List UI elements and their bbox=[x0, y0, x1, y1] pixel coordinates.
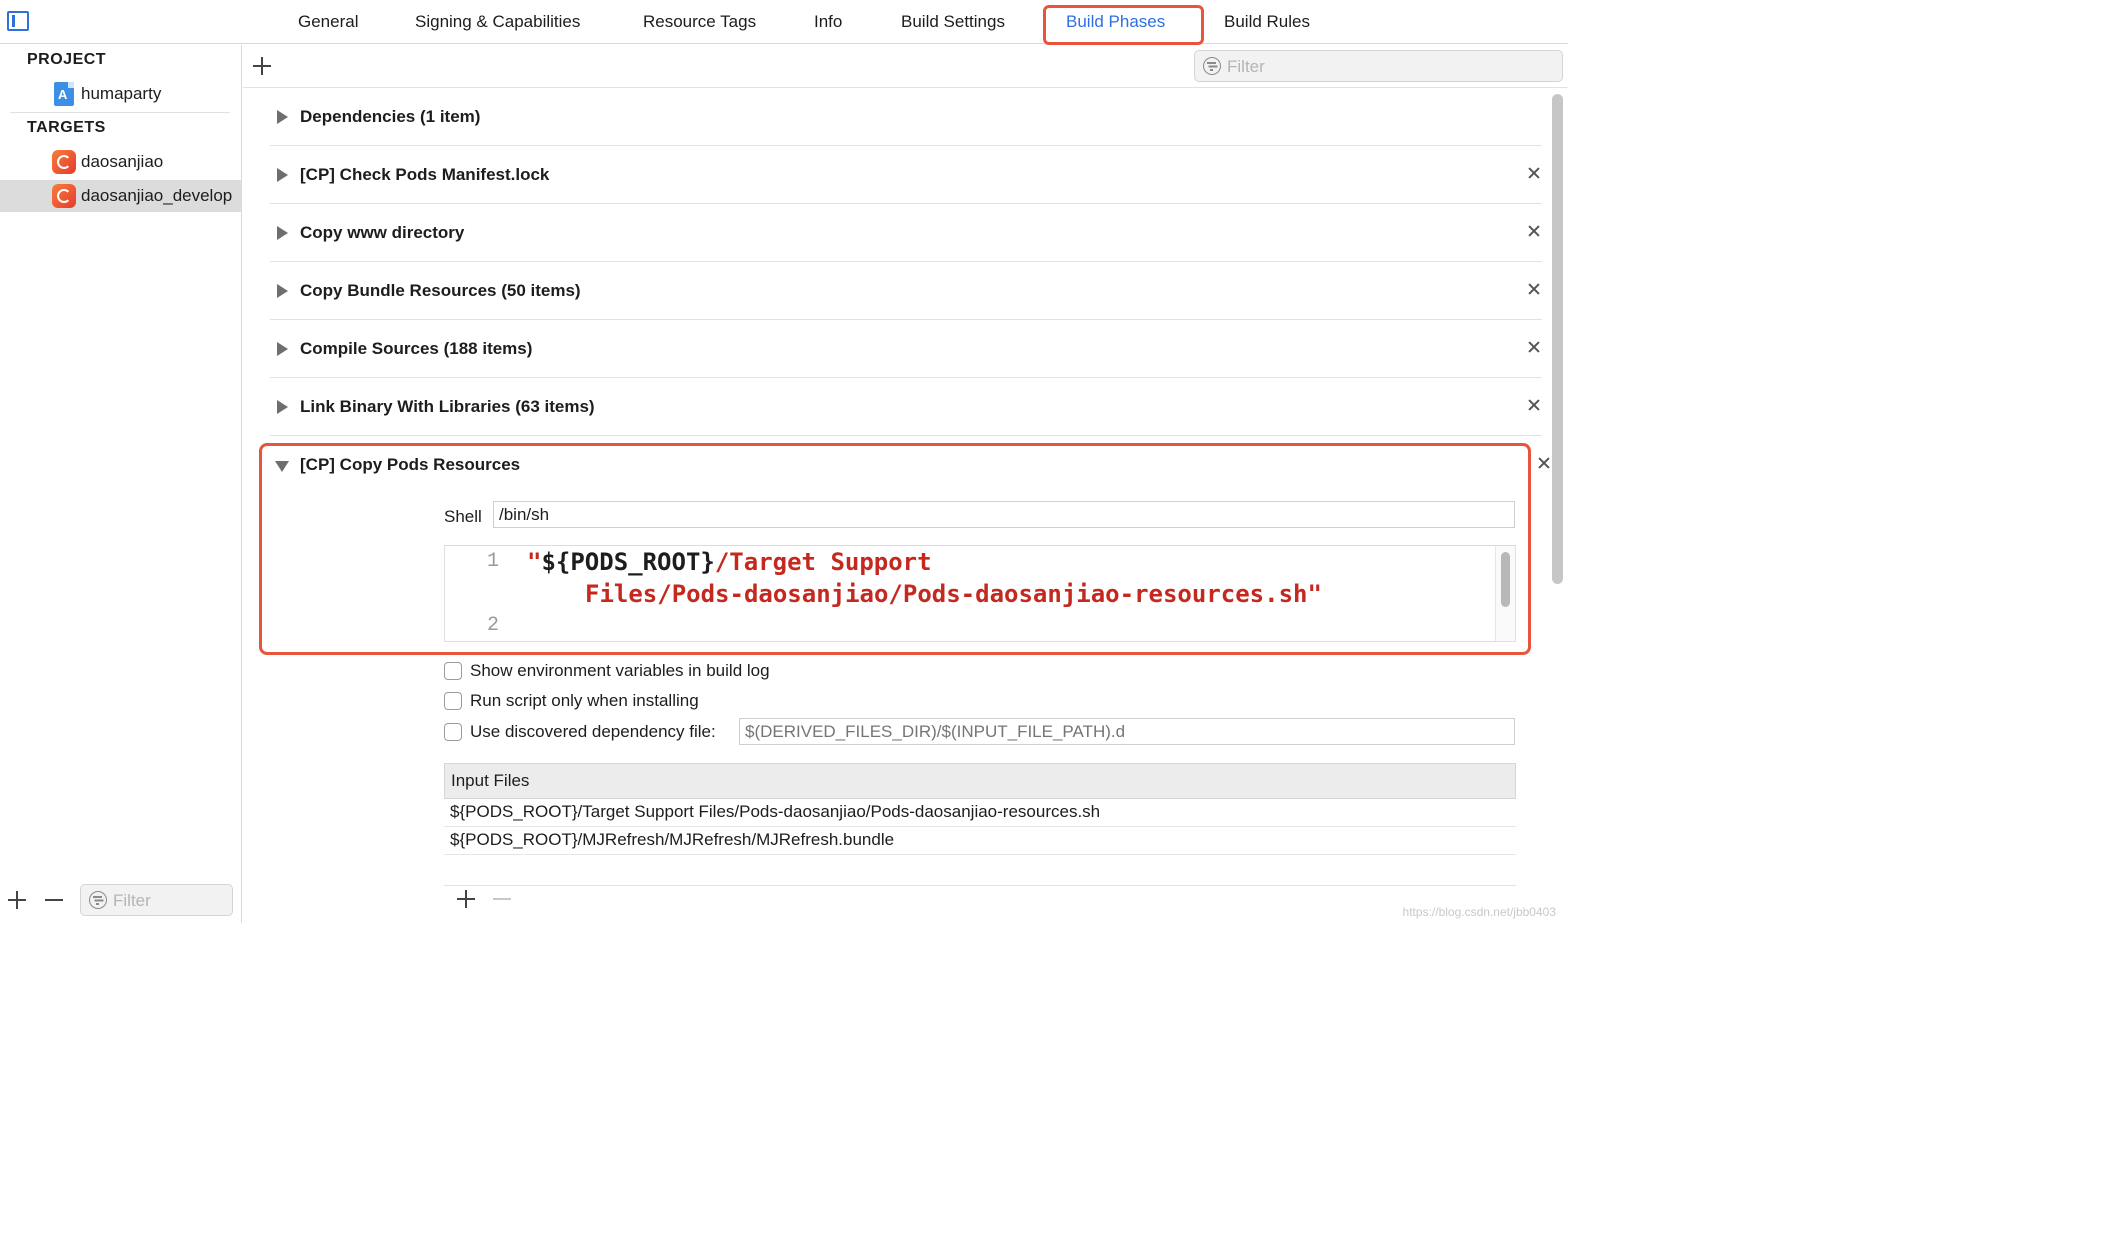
phase-title: Copy Bundle Resources (50 items) bbox=[300, 281, 581, 300]
project-target-sidebar: PROJECT humaparty TARGETS daosanjiao dao… bbox=[0, 45, 242, 923]
remove-target-button[interactable] bbox=[45, 891, 63, 909]
tab-build-settings[interactable]: Build Settings bbox=[901, 12, 1005, 32]
delete-phase-icon[interactable] bbox=[1526, 397, 1542, 413]
tab-resource-tags[interactable]: Resource Tags bbox=[643, 12, 756, 32]
phase-row-check-pods-manifest[interactable]: [CP] Check Pods Manifest.lock bbox=[270, 146, 1542, 204]
add-input-file-button[interactable] bbox=[457, 890, 475, 908]
tab-general[interactable]: General bbox=[298, 12, 358, 32]
add-build-phase-button[interactable] bbox=[253, 57, 271, 75]
delete-phase-icon[interactable] bbox=[1526, 339, 1542, 355]
code-line-1-wrap: Files/Pods-daosanjiao/Pods-daosanjiao-re… bbox=[585, 580, 1322, 608]
disclosure-triangle-icon[interactable] bbox=[277, 342, 288, 356]
code-quote: " bbox=[527, 548, 542, 576]
delete-phase-icon[interactable] bbox=[1526, 223, 1542, 239]
code-line-1: "${PODS_ROOT}/Target Support bbox=[527, 548, 932, 576]
input-files-divider bbox=[444, 885, 1516, 886]
phase-row-copy-pods-resources[interactable]: [CP] Copy Pods Resources bbox=[270, 436, 1542, 494]
build-phases-filter-placeholder: Filter bbox=[1227, 57, 1265, 76]
input-file-path: ${PODS_ROOT}/Target Support Files/Pods-d… bbox=[450, 802, 1101, 821]
checkbox-label: Run script only when installing bbox=[470, 691, 699, 710]
scrollbar-thumb[interactable] bbox=[1552, 94, 1563, 584]
disclosure-triangle-icon[interactable] bbox=[277, 226, 288, 240]
sidebar-item-label: daosanjiao bbox=[81, 152, 164, 171]
script-editor-scrollbar[interactable] bbox=[1495, 546, 1515, 641]
delete-phase-icon[interactable] bbox=[1526, 281, 1542, 297]
line-number-gutter: 1 2 bbox=[445, 546, 507, 641]
build-phases-editor: Filter Dependencies (1 item) [CP] Check … bbox=[243, 45, 1568, 923]
targets-section-header: TARGETS bbox=[27, 119, 106, 136]
sidebar-item-label: daosanjiao_develop bbox=[81, 186, 233, 205]
disclosure-triangle-icon[interactable] bbox=[277, 284, 288, 298]
checkbox-label: Show environment variables in build log bbox=[470, 661, 770, 680]
phase-row-copy-bundle-resources[interactable]: Copy Bundle Resources (50 items) bbox=[270, 262, 1542, 320]
show-env-vars-checkbox[interactable] bbox=[444, 662, 462, 680]
watermark-text: https://blog.csdn.net/jbb0403 bbox=[1402, 905, 1556, 919]
phase-title: Copy www directory bbox=[300, 223, 465, 242]
disclosure-triangle-icon[interactable] bbox=[277, 110, 288, 124]
build-phases-toolbar: Filter bbox=[243, 45, 1568, 88]
phase-title: [CP] Check Pods Manifest.lock bbox=[300, 165, 550, 184]
sidebar-divider bbox=[10, 112, 230, 113]
phase-row-dependencies[interactable]: Dependencies (1 item) bbox=[270, 88, 1542, 146]
tab-info[interactable]: Info bbox=[814, 12, 842, 32]
sidebar-filter-placeholder: Filter bbox=[113, 891, 151, 910]
add-target-button[interactable] bbox=[8, 891, 26, 909]
sidebar-footer: Filter bbox=[0, 883, 242, 923]
use-dependency-file-checkbox[interactable] bbox=[444, 723, 462, 741]
remove-input-file-button[interactable] bbox=[493, 890, 511, 908]
filter-icon bbox=[1203, 57, 1221, 75]
input-file-path: ${PODS_ROOT}/MJRefresh/MJRefresh/MJRefre… bbox=[450, 830, 895, 849]
checkbox-label: Use discovered dependency file: bbox=[470, 722, 716, 741]
sidebar-toggle-icon[interactable] bbox=[7, 11, 29, 31]
shell-input[interactable] bbox=[493, 501, 1515, 528]
line-number: 2 bbox=[486, 614, 499, 637]
sidebar-item-project[interactable]: humaparty bbox=[0, 78, 242, 110]
phase-row-compile-sources[interactable]: Compile Sources (188 items) bbox=[270, 320, 1542, 378]
project-file-icon bbox=[54, 82, 74, 106]
filter-icon bbox=[89, 891, 107, 909]
scrollbar-thumb[interactable] bbox=[1501, 552, 1510, 607]
sidebar-filter-field[interactable]: Filter bbox=[80, 884, 233, 916]
input-file-row[interactable]: ${PODS_ROOT}/Target Support Files/Pods-d… bbox=[444, 799, 1516, 827]
disclosure-triangle-icon[interactable] bbox=[277, 400, 288, 414]
run-only-installing-checkbox[interactable] bbox=[444, 692, 462, 710]
script-editor[interactable]: 1 2 "${PODS_ROOT}/Target Support Files/P… bbox=[444, 545, 1516, 642]
disclosure-triangle-open-icon[interactable] bbox=[275, 461, 289, 472]
app-target-icon bbox=[52, 184, 76, 208]
disclosure-triangle-icon[interactable] bbox=[277, 168, 288, 182]
editor-tab-bar: General Signing & Capabilities Resource … bbox=[0, 0, 1568, 45]
tab-build-phases[interactable]: Build Phases bbox=[1066, 12, 1165, 32]
tab-signing-capabilities[interactable]: Signing & Capabilities bbox=[415, 12, 580, 32]
input-file-row[interactable]: ${PODS_ROOT}/MJRefresh/MJRefresh/MJRefre… bbox=[444, 827, 1516, 855]
code-quote: " bbox=[1307, 580, 1322, 608]
shell-label: Shell bbox=[444, 507, 482, 526]
line-number: 1 bbox=[486, 550, 499, 573]
input-files-header: Input Files bbox=[444, 763, 1516, 799]
sidebar-item-target-daosanjiao-develop[interactable]: daosanjiao_develop bbox=[0, 180, 242, 212]
dependency-file-field[interactable] bbox=[739, 718, 1515, 745]
code-string: Files/Pods-daosanjiao/Pods-daosanjiao-re… bbox=[585, 580, 1308, 608]
app-target-icon bbox=[52, 150, 76, 174]
phase-row-copy-www[interactable]: Copy www directory bbox=[270, 204, 1542, 262]
input-files-title: Input Files bbox=[451, 771, 530, 790]
build-phases-filter-field[interactable]: Filter bbox=[1194, 50, 1563, 82]
phase-title: Dependencies (1 item) bbox=[300, 107, 481, 126]
project-section-header: PROJECT bbox=[27, 51, 107, 68]
sidebar-item-label: humaparty bbox=[81, 84, 162, 103]
code-variable: ${PODS_ROOT} bbox=[541, 548, 715, 576]
phase-title: Link Binary With Libraries (63 items) bbox=[300, 397, 595, 416]
delete-phase-icon[interactable] bbox=[1526, 165, 1542, 181]
code-string: /Target Support bbox=[714, 548, 932, 576]
editor-scrollbar[interactable] bbox=[1550, 90, 1566, 923]
phase-title: [CP] Copy Pods Resources bbox=[300, 455, 521, 474]
phase-title: Compile Sources (188 items) bbox=[300, 339, 533, 358]
phase-row-link-binary[interactable]: Link Binary With Libraries (63 items) bbox=[270, 378, 1542, 436]
sidebar-item-target-daosanjiao[interactable]: daosanjiao bbox=[0, 146, 242, 178]
tab-build-rules[interactable]: Build Rules bbox=[1224, 12, 1310, 32]
